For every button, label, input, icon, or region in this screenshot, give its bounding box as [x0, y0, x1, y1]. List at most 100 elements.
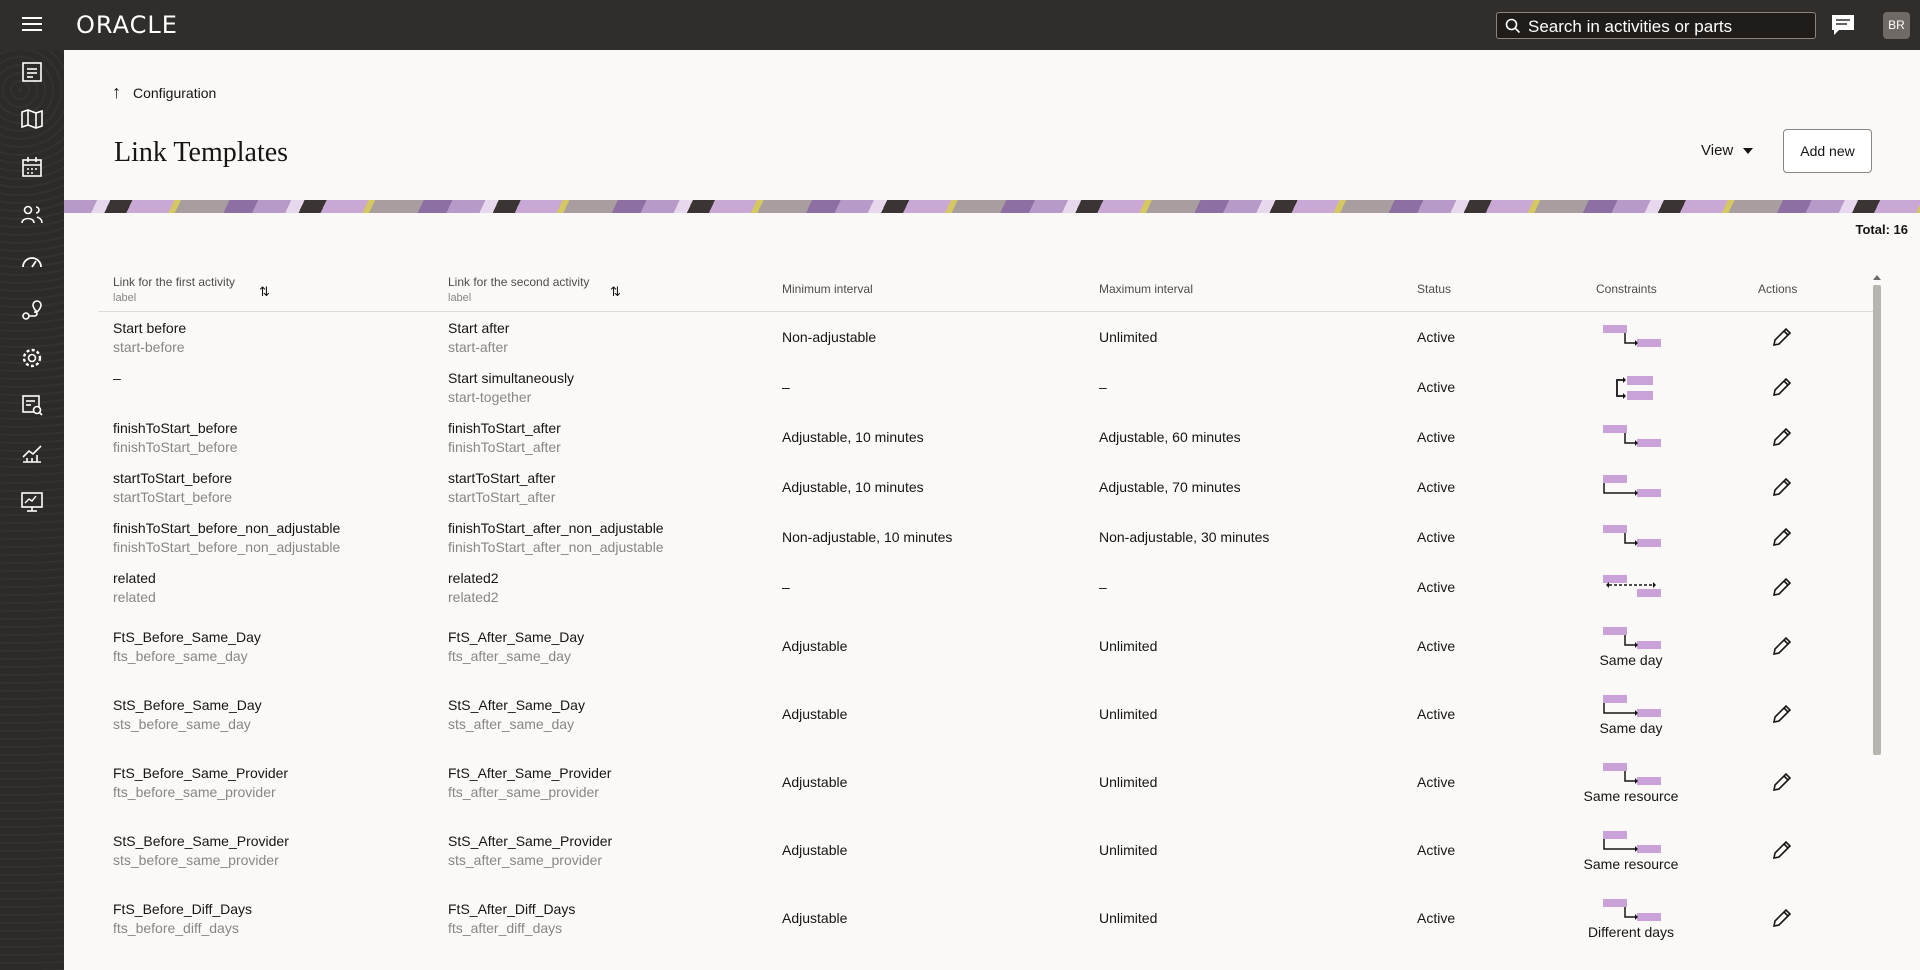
second-activity-name: Start after — [448, 320, 510, 336]
edit-button[interactable] — [1771, 907, 1793, 934]
table-row[interactable]: finishToStart_before finishToStart_before… — [98, 412, 1874, 462]
table-row[interactable]: FtS_Before_Same_Provider fts_before_same_… — [98, 748, 1874, 816]
second-activity-name: StS_After_Same_Day — [448, 697, 585, 713]
minimum-interval-cell: – — [782, 379, 790, 395]
edit-button[interactable] — [1771, 703, 1793, 730]
sort-icon[interactable]: ⇅ — [259, 284, 270, 300]
first-activity-name: startToStart_before — [113, 470, 233, 486]
edit-pencil-icon — [1772, 840, 1792, 860]
start-to-start-diagram-icon — [1603, 831, 1661, 853]
table-row[interactable]: FtS_Before_Same_Day fts_before_same_day Ft… — [98, 612, 1874, 680]
first-activity-label: finishToStart_before — [113, 439, 238, 455]
second-activity-cell: FtS_After_Same_Provider fts_after_same_pr… — [448, 765, 611, 800]
reports-icon[interactable] — [20, 393, 44, 417]
table-row[interactable]: – Start simultaneously start-together – – Act… — [98, 362, 1874, 412]
first-activity-name: FtS_Before_Same_Provider — [113, 765, 289, 781]
second-activity-label: fts_after_diff_days — [448, 920, 563, 936]
second-activity-label: start-together — [448, 389, 532, 405]
table-row[interactable]: StS_Before_Same_Day sts_before_same_day St… — [98, 680, 1874, 748]
monitor-icon[interactable] — [20, 490, 44, 514]
table-row[interactable]: StS_Before_Same_Provider sts_before_same_… — [98, 816, 1874, 884]
table-row[interactable]: startToStart_before startToStart_before st… — [98, 462, 1874, 512]
second-activity-cell: FtS_After_Same_Day fts_after_same_day — [448, 629, 584, 664]
view-menu-button[interactable]: View — [1701, 142, 1754, 159]
edit-pencil-icon — [1772, 908, 1792, 928]
constraint-note: Same day — [1599, 652, 1663, 668]
edit-button[interactable] — [1771, 326, 1793, 353]
maximum-interval-cell: Unlimited — [1099, 842, 1158, 858]
table-row[interactable]: FtS_Before_Diff_Days fts_before_diff_days… — [98, 884, 1874, 952]
oracle-logo: ORACLE — [76, 11, 178, 39]
second-activity-cell: StS_After_Same_Day sts_after_same_day — [448, 697, 585, 732]
dashboard-icon[interactable] — [20, 250, 44, 274]
maximum-interval-cell: Adjustable, 70 minutes — [1099, 479, 1241, 495]
column-header-second-activity[interactable]: Link for the second activity label ⇅ — [448, 275, 621, 304]
first-activity-label: sts_before_same_day — [113, 716, 251, 732]
status-cell: Active — [1417, 910, 1456, 926]
second-activity-name: FtS_After_Same_Provider — [448, 765, 612, 781]
edit-button[interactable] — [1771, 426, 1793, 453]
edit-button[interactable] — [1771, 771, 1793, 798]
top-bar: ORACLE Search in activities or parts BR — [0, 0, 1920, 50]
maximum-interval-cell: Unlimited — [1099, 910, 1158, 926]
table-scrollbar[interactable] — [1872, 275, 1882, 970]
second-activity-name: related2 — [448, 570, 499, 586]
second-activity-name: finishToStart_after — [448, 420, 561, 436]
settings-icon[interactable] — [20, 346, 44, 370]
chat-icon[interactable] — [1831, 14, 1855, 36]
user-avatar[interactable]: BR — [1883, 12, 1910, 39]
finish-to-start-diagram-icon — [1603, 627, 1661, 649]
status-cell: Active — [1417, 429, 1456, 445]
start-to-start-diagram-icon — [1603, 475, 1661, 497]
edit-button[interactable] — [1771, 526, 1793, 553]
add-new-button[interactable]: Add new — [1783, 129, 1872, 173]
second-activity-cell: StS_After_Same_Provider sts_after_same_pr… — [448, 833, 612, 868]
global-search-input[interactable]: Search in activities or parts — [1496, 12, 1816, 39]
calendar-icon[interactable] — [20, 155, 44, 179]
menu-icon[interactable] — [22, 17, 42, 33]
maximum-interval-cell: Non-adjustable, 30 minutes — [1099, 529, 1270, 545]
dispatch-console-icon[interactable] — [20, 60, 44, 84]
breadcrumb[interactable]: ↑ Configuration — [112, 82, 216, 103]
maximum-interval-cell: Unlimited — [1099, 329, 1158, 345]
edit-button[interactable] — [1771, 839, 1793, 866]
constraints-cell — [1576, 372, 1686, 404]
second-activity-cell: finishToStart_after finishToStart_after — [448, 420, 561, 455]
second-activity-label: sts_after_same_provider — [448, 852, 603, 868]
minimum-interval-cell: Adjustable, 10 minutes — [782, 479, 924, 495]
edit-pencil-icon — [1772, 577, 1792, 597]
resources-icon[interactable] — [20, 203, 44, 227]
second-activity-cell: Start simultaneously start-together — [448, 370, 574, 405]
edit-button[interactable] — [1771, 635, 1793, 662]
scroll-up-icon[interactable] — [1873, 275, 1881, 280]
link-templates-table: Link for the first activity label ⇅ Link… — [98, 255, 1874, 952]
minimum-interval-cell: Non-adjustable — [782, 329, 877, 345]
table-row[interactable]: Start before start-before Start after start… — [98, 312, 1874, 362]
breadcrumb-label: Configuration — [133, 84, 217, 101]
edit-pencil-icon — [1772, 377, 1792, 397]
first-activity-label: startToStart_before — [113, 489, 233, 505]
edit-pencil-icon — [1772, 427, 1792, 447]
constraints-cell: Same day — [1576, 624, 1686, 668]
status-cell: Active — [1417, 842, 1456, 858]
table-row[interactable]: related related related2 related2 – – Active — [98, 562, 1874, 612]
routing-icon[interactable] — [20, 298, 44, 322]
sort-icon[interactable]: ⇅ — [610, 284, 621, 300]
table-row[interactable]: finishToStart_before_non_adjustable finis… — [98, 512, 1874, 562]
scrollbar-thumb[interactable] — [1873, 285, 1881, 755]
start-to-start-diagram-icon — [1603, 695, 1661, 717]
navigation-rail — [0, 50, 64, 970]
edit-button[interactable] — [1771, 476, 1793, 503]
edit-button[interactable] — [1771, 576, 1793, 603]
first-activity-cell: FtS_Before_Diff_Days fts_before_diff_days — [113, 901, 252, 936]
finish-to-start-diagram-icon — [1603, 425, 1661, 447]
page-title: Link Templates — [114, 137, 289, 168]
first-activity-name: – — [113, 370, 121, 386]
second-activity-label: start-after — [448, 339, 508, 355]
map-icon[interactable] — [20, 107, 44, 131]
analytics-icon[interactable] — [20, 441, 44, 465]
first-activity-cell: StS_Before_Same_Day sts_before_same_day — [113, 697, 262, 732]
edit-button[interactable] — [1771, 376, 1793, 403]
column-header-first-activity[interactable]: Link for the first activity label ⇅ — [113, 275, 270, 304]
constraints-cell — [1576, 322, 1686, 350]
